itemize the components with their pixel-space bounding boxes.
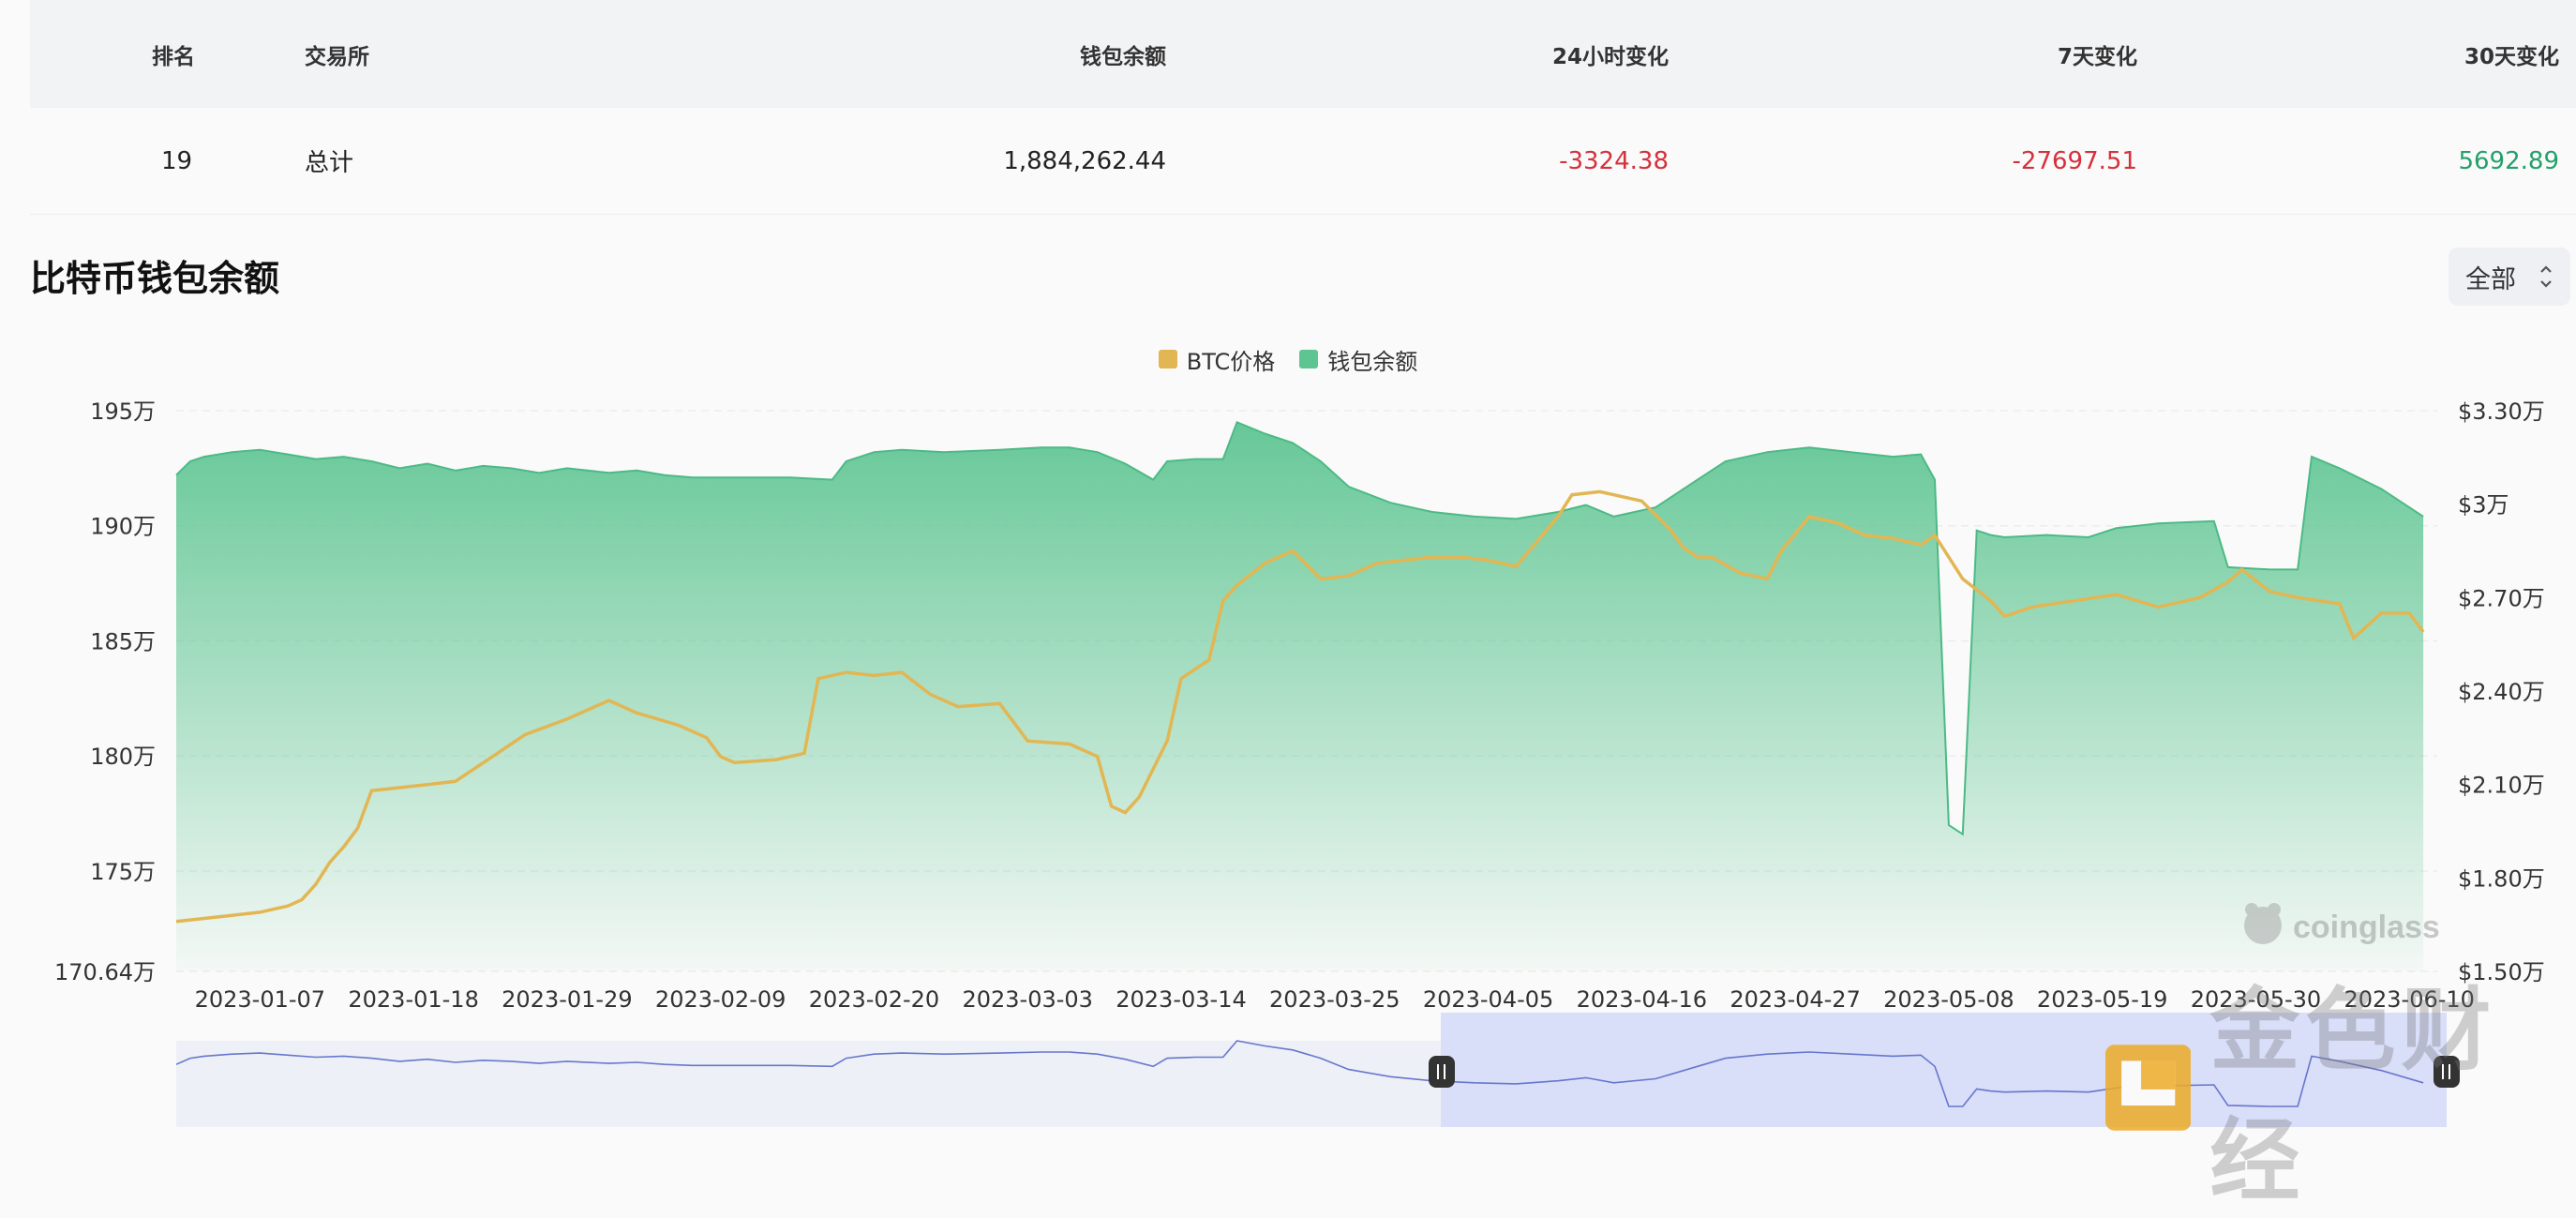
- y-left-tick-label: 190万: [90, 514, 156, 540]
- row-change-30d: 5692.89: [2458, 146, 2559, 175]
- chart-legend: BTC价格 钱包余额: [0, 343, 2576, 375]
- table-row: 19 总计 1,884,262.44 -3324.38 -27697.51 56…: [30, 108, 2576, 215]
- coinglass-text: coinglass: [2293, 910, 2440, 945]
- balance-area: [176, 422, 2424, 971]
- header-balance[interactable]: 钱包余额: [967, 0, 1166, 108]
- y-left-tick-label: 195万: [90, 398, 156, 425]
- row-change-24h: -3324.38: [1559, 146, 1669, 175]
- navigator-handle-left[interactable]: [1429, 1056, 1455, 1088]
- y-right-tick-label: $2.10万: [2458, 773, 2545, 799]
- y-left-tick-label: 180万: [90, 744, 156, 770]
- jinse-watermark: 金色财经: [2105, 978, 2574, 1213]
- y-right-axis: $3.30万$3万$2.70万$2.40万$2.10万$1.80万$1.50万: [2458, 398, 2545, 985]
- row-change-7d: -27697.51: [2012, 146, 2137, 175]
- jinse-text: 金色财经: [2209, 978, 2497, 1213]
- range-select[interactable]: 全部: [2449, 248, 2570, 306]
- balance-chart[interactable]: 195万 190万 185万 180万 175万 170.64万 $3.30万 $3万 $2.…: [0, 375, 2576, 1031]
- header-change-30d[interactable]: 30天变化: [2280, 0, 2559, 108]
- y-right-tick-label: $2.70万: [2458, 585, 2545, 611]
- header-rank: 排名: [152, 44, 195, 69]
- legend-label-balance: 钱包余额: [1327, 348, 1418, 375]
- y-right-tick-label: $3万: [2458, 492, 2509, 519]
- header-change-7d[interactable]: 7天变化: [1858, 0, 2137, 108]
- y-right-tick-label: $2.40万: [2458, 679, 2545, 705]
- balance-swatch: [1299, 350, 1319, 368]
- price-swatch: [1158, 350, 1177, 368]
- legend-label-price: BTC价格: [1186, 348, 1276, 375]
- row-exchange: 总计: [305, 149, 354, 177]
- y-left-tick-label: 185万: [90, 628, 156, 654]
- y-right-tick-label: $3.30万: [2458, 398, 2545, 425]
- row-rank: 19: [161, 146, 193, 175]
- page-title: 比特币钱包余额: [30, 258, 280, 299]
- header-exchange: 交易所: [305, 44, 369, 69]
- legend-item-price[interactable]: BTC价格: [1158, 343, 1276, 375]
- y-right-tick-label: $1.80万: [2458, 865, 2545, 892]
- coinglass-watermark: coinglass: [2244, 903, 2440, 945]
- updown-chevron-icon: [2540, 265, 2552, 288]
- y-left-tick-label: 175万: [90, 859, 156, 885]
- row-balance: 1,884,262.44: [1003, 146, 1166, 175]
- table-header: 排名 交易所 钱包余额 24小时变化 7天变化 30天变化: [30, 0, 2576, 108]
- jinse-logo-icon: [2105, 1045, 2192, 1131]
- y-left-axis: 195万 190万 185万 180万 175万 170.64万: [54, 398, 156, 985]
- header-change-24h[interactable]: 24小时变化: [1389, 0, 1669, 108]
- y-left-tick-label: 170.64万: [54, 959, 156, 985]
- legend-item-balance[interactable]: 钱包余额: [1299, 343, 1417, 375]
- range-select-value: 全部: [2465, 264, 2516, 294]
